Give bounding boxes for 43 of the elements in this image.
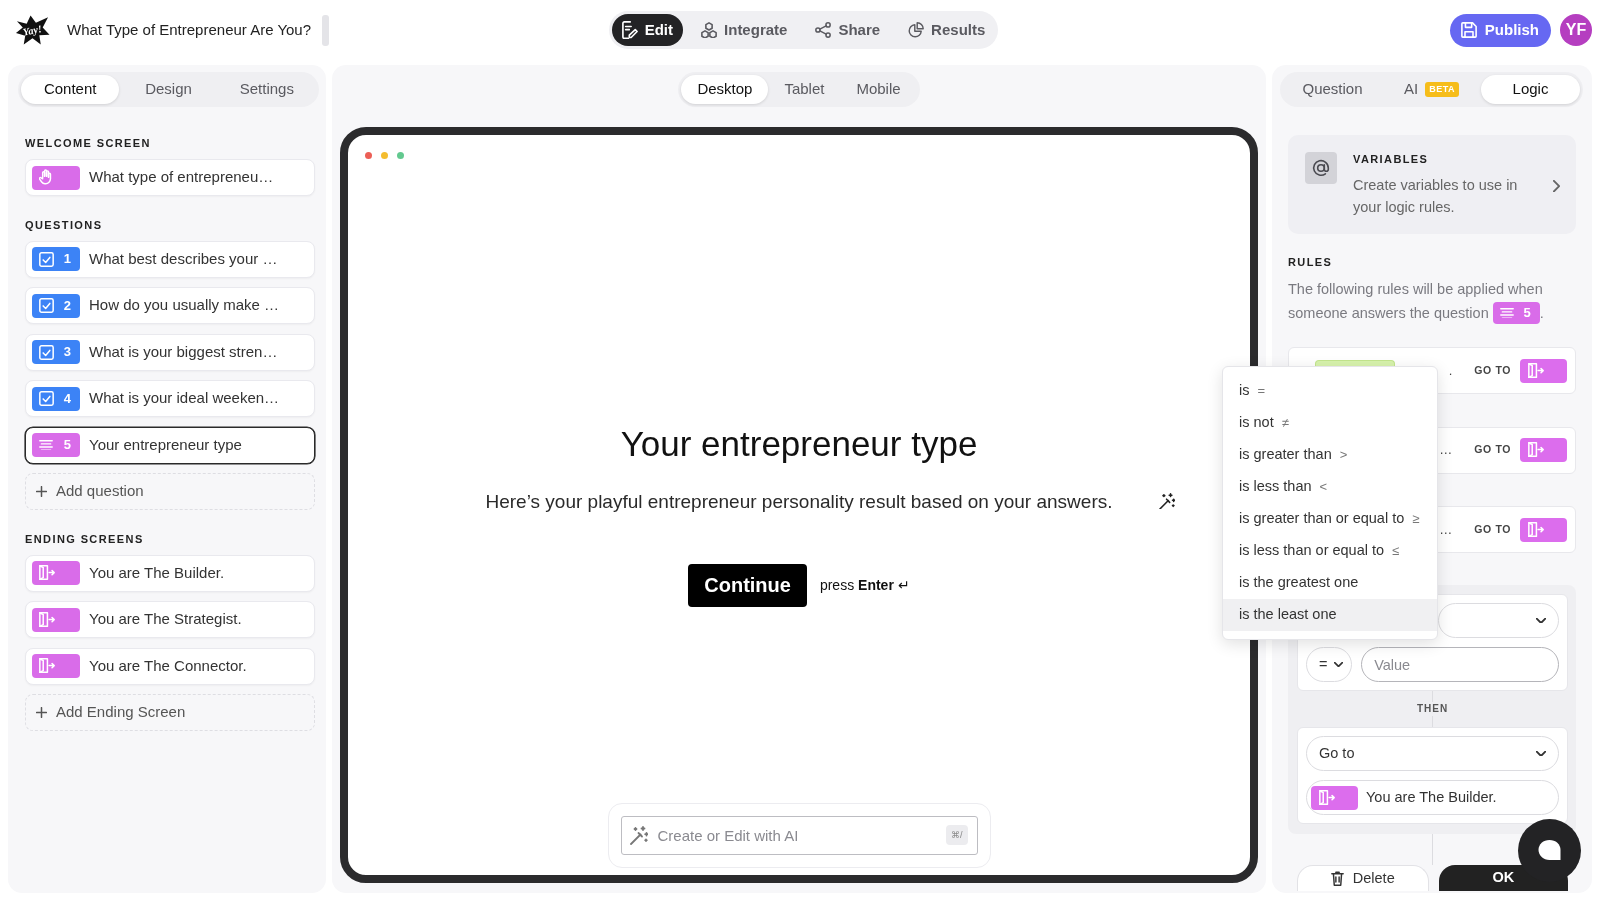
action-label: GO TO xyxy=(1474,521,1511,537)
condition-text: … xyxy=(1439,441,1453,460)
question-number: 5 xyxy=(63,436,71,455)
question-number: 5 xyxy=(1523,304,1531,322)
question-number: 1 xyxy=(63,250,71,269)
operator-symbol: = xyxy=(1257,382,1266,401)
question-number: 3 xyxy=(63,343,71,362)
section-heading: WELCOME SCREEN xyxy=(25,136,152,150)
key-hint: press Enter ↵ xyxy=(819,575,910,595)
condition-text: … xyxy=(1439,520,1453,539)
then-label: THEN xyxy=(1416,702,1449,716)
item-title: What is your ideal weeken… xyxy=(89,388,280,409)
item-title: How do you usually make … xyxy=(89,295,280,316)
operator-symbol: ≤ xyxy=(1392,542,1400,561)
preview-description: Here’s your playful entrepreneur personality result based on your answers. xyxy=(485,489,1113,514)
beta-badge: BETA xyxy=(1425,82,1459,97)
item-title: What is your biggest stren… xyxy=(89,341,278,362)
section-heading: ENDING SCREENS xyxy=(25,531,145,546)
item-title: You are The Connector. xyxy=(89,655,247,676)
condition-text: . xyxy=(1448,361,1453,380)
preview-title: Your entrepreneur type xyxy=(620,422,978,465)
action-label: GO TO xyxy=(1474,442,1511,458)
rules-description: someone answers the question xyxy=(1288,304,1489,323)
item-title: You are The Strategist. xyxy=(89,609,242,630)
item-title: You are The Builder. xyxy=(89,562,225,583)
section-heading: RULES xyxy=(1288,255,1334,269)
card-heading: VARIABLES xyxy=(1353,152,1430,166)
brand-logo: Yay! xyxy=(15,14,50,46)
operator-symbol: < xyxy=(1319,478,1328,497)
question-number: 2 xyxy=(63,296,71,315)
rules-description: The following rules will be applied when xyxy=(1288,280,1543,299)
item-title: What type of entrepreneu… xyxy=(89,167,274,188)
action-label: GO TO xyxy=(1474,362,1511,378)
question-number: 4 xyxy=(63,389,71,408)
card-description: Create variables to use in your logic rules. xyxy=(1353,176,1519,217)
item-title: Your entrepreneur type xyxy=(89,434,242,455)
section-heading: QUESTIONS xyxy=(25,217,104,232)
period-text: . xyxy=(1539,304,1544,323)
shortcut-key: ⌘/ xyxy=(946,825,968,845)
operator-symbol: ≠ xyxy=(1281,414,1289,433)
item-title: What best describes your … xyxy=(89,248,278,269)
operator-symbol: > xyxy=(1339,446,1348,465)
operator-symbol: ≥ xyxy=(1412,510,1420,529)
